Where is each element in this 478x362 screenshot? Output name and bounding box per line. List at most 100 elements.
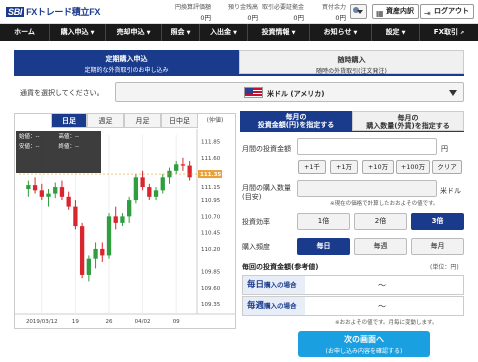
nav-label: 照会 bbox=[170, 28, 185, 36]
tab-line2: 投資金額(円)を指定する bbox=[257, 121, 335, 129]
settings-dropdown-button[interactable] bbox=[350, 4, 367, 19]
clear-button[interactable]: クリア bbox=[432, 160, 462, 174]
nav-label: 投資情報 bbox=[261, 28, 290, 36]
assets-breakdown-button[interactable]: ▦ 資産内訳 bbox=[372, 4, 419, 19]
y-tick-label: 109.85 bbox=[201, 270, 221, 276]
chart-tab-daily[interactable]: 日足 bbox=[51, 113, 87, 128]
weekly-amount-row: 毎週購入の場合 〜 bbox=[242, 296, 464, 316]
frequency-monthly-option[interactable]: 毎月 bbox=[411, 238, 464, 255]
per-time-amount-unit: (単位：円) bbox=[430, 264, 459, 271]
tab-title: 随時購入 bbox=[337, 56, 366, 64]
chevron-down-icon: ▼ bbox=[186, 30, 191, 36]
add-10k-button[interactable]: +1万 bbox=[330, 160, 358, 174]
chart-tab-weekly[interactable]: 週足 bbox=[87, 113, 124, 128]
nav-notices[interactable]: お知らせ ▼ bbox=[310, 24, 372, 41]
logo[interactable]: SBI FXトレード積立FX bbox=[6, 5, 100, 18]
ohlc-low-label: 安値： bbox=[19, 143, 36, 150]
top-bar: SBI FXトレード積立FX 円換算評価額 0円 預り金残高 0円 取引必要証拠金… bbox=[0, 0, 478, 24]
candle-body bbox=[180, 164, 186, 166]
tab-specify-fx-quantity[interactable]: 毎月の 購入数量(外貨)を指定する bbox=[352, 111, 464, 131]
candle-body bbox=[153, 190, 159, 197]
candle-body bbox=[127, 200, 132, 217]
stat-label: 円換算評価額 bbox=[174, 4, 211, 11]
stat-value: 0円 bbox=[335, 14, 346, 22]
candle-body bbox=[73, 206, 78, 227]
next-screen-button[interactable]: 次の画面へ (お申し込み内容を確認する) bbox=[298, 331, 430, 357]
currency-select[interactable]: 米ドル (アメリカ) bbox=[115, 82, 464, 102]
currency-selected-value: 米ドル (アメリカ) bbox=[267, 90, 325, 98]
nav-purchase[interactable]: 購入申込 ▼ bbox=[50, 24, 106, 41]
candle-body bbox=[147, 187, 152, 197]
candle-body bbox=[133, 177, 139, 201]
x-tick-label: 2019/03/12 bbox=[26, 319, 58, 325]
tab-scheduled-purchase[interactable]: 定期購入申込 定期的な外貨取引のお申し込み bbox=[14, 50, 239, 74]
tab-underline bbox=[14, 74, 464, 76]
chart-tab-monthly[interactable]: 月足 bbox=[124, 113, 161, 128]
candle-body bbox=[26, 185, 31, 190]
weekly-big: 毎週 bbox=[247, 301, 265, 311]
ohlc-high-label: 高値： bbox=[58, 134, 76, 140]
us-flag-icon bbox=[244, 87, 263, 98]
add-100k-button[interactable]: +10万 bbox=[362, 160, 394, 174]
tab-specify-yen-amount[interactable]: 毎月の 投資金額(円)を指定する bbox=[240, 111, 352, 131]
ohlc-close-label: 終値： bbox=[58, 143, 76, 150]
candle-body bbox=[113, 216, 118, 223]
logout-label: ログアウト bbox=[434, 7, 469, 15]
candle-body bbox=[160, 177, 165, 191]
stat-value: 0円 bbox=[247, 14, 258, 22]
logo-brand: SBI bbox=[6, 7, 25, 17]
candle-body bbox=[174, 164, 179, 171]
usd-unit: 米ドル bbox=[440, 187, 461, 195]
leverage-3x-option[interactable]: 3倍 bbox=[411, 213, 464, 230]
candle-body bbox=[140, 177, 145, 188]
add-1k-button[interactable]: +1千 bbox=[298, 160, 326, 174]
nav-label: 売却申込 bbox=[116, 28, 145, 36]
chevron-down-icon bbox=[357, 10, 363, 14]
candle-body bbox=[32, 185, 38, 191]
weekly-small: 購入の場合 bbox=[264, 302, 297, 310]
candle-body bbox=[53, 187, 58, 194]
nav-settings[interactable]: 設定 ▼ bbox=[372, 24, 420, 41]
x-tick-label: 19 bbox=[72, 319, 79, 325]
tab-spot-purchase[interactable]: 随時購入 随時の外貨取引(注文発注) bbox=[239, 50, 464, 75]
y-tick-label: 111.60 bbox=[201, 156, 221, 162]
leverage-1x-option[interactable]: 1倍 bbox=[297, 213, 350, 230]
candle-body bbox=[66, 196, 71, 207]
leverage-2x-option[interactable]: 2倍 bbox=[354, 213, 407, 230]
ohlc-open-label: 始値： bbox=[19, 134, 36, 140]
logout-button[interactable]: ⇥ ログアウト bbox=[420, 4, 474, 19]
add-1m-button[interactable]: +100万 bbox=[396, 160, 430, 174]
chevron-down-icon: ▼ bbox=[233, 30, 237, 36]
nav-sell[interactable]: 売却申込 ▼ bbox=[106, 24, 162, 41]
logo-text: FXトレード積立FX bbox=[26, 7, 101, 17]
weekly-row-label: 毎週購入の場合 bbox=[243, 297, 305, 315]
nav-inquiry[interactable]: 照会 ▼ bbox=[162, 24, 200, 41]
frequency-weekly-option[interactable]: 毎週 bbox=[354, 238, 407, 255]
nav-label: 購入申込 bbox=[60, 28, 89, 36]
nav-home[interactable]: ホーム bbox=[0, 24, 50, 41]
qty-estimate-note: ※現在の価格で計算したおおよその値です。 bbox=[330, 201, 439, 207]
current-price-label: 111.35 bbox=[200, 172, 221, 178]
candle-body bbox=[46, 193, 51, 197]
per-time-amount-title: 毎回の投資金額(参考値) bbox=[242, 263, 319, 271]
daily-small: 購入の場合 bbox=[264, 281, 297, 289]
nav-label: ホーム bbox=[14, 28, 35, 36]
nav-investment-info[interactable]: 投資情報 ▼ bbox=[248, 24, 310, 41]
stat-deposit-balance: 預り金残高 0円 bbox=[212, 2, 258, 22]
y-tick-label: 110.45 bbox=[201, 231, 221, 237]
monthly-amount-input[interactable] bbox=[297, 138, 437, 155]
monthly-qty-sublabel: (目安) bbox=[242, 193, 262, 201]
nav-deposit-withdraw[interactable]: 入出金 ▼ bbox=[200, 24, 248, 41]
monthly-qty-field bbox=[297, 180, 437, 197]
candle-body bbox=[106, 216, 112, 256]
frequency-daily-option[interactable]: 毎日 bbox=[297, 238, 350, 255]
external-link-icon: ⇗ bbox=[459, 30, 465, 36]
x-tick-label: 04/02 bbox=[135, 319, 151, 325]
candle-body bbox=[120, 216, 125, 223]
nav-fx-trading[interactable]: FX取引 ⇗ bbox=[420, 24, 478, 41]
yen-unit: 円 bbox=[441, 145, 448, 153]
chart-tab-intraday[interactable]: 日中足 bbox=[161, 113, 198, 128]
y-tick-label: 111.85 bbox=[201, 140, 221, 146]
frequency-label: 購入頻度 bbox=[242, 243, 270, 251]
tab-title: 定期購入申込 bbox=[105, 55, 148, 63]
